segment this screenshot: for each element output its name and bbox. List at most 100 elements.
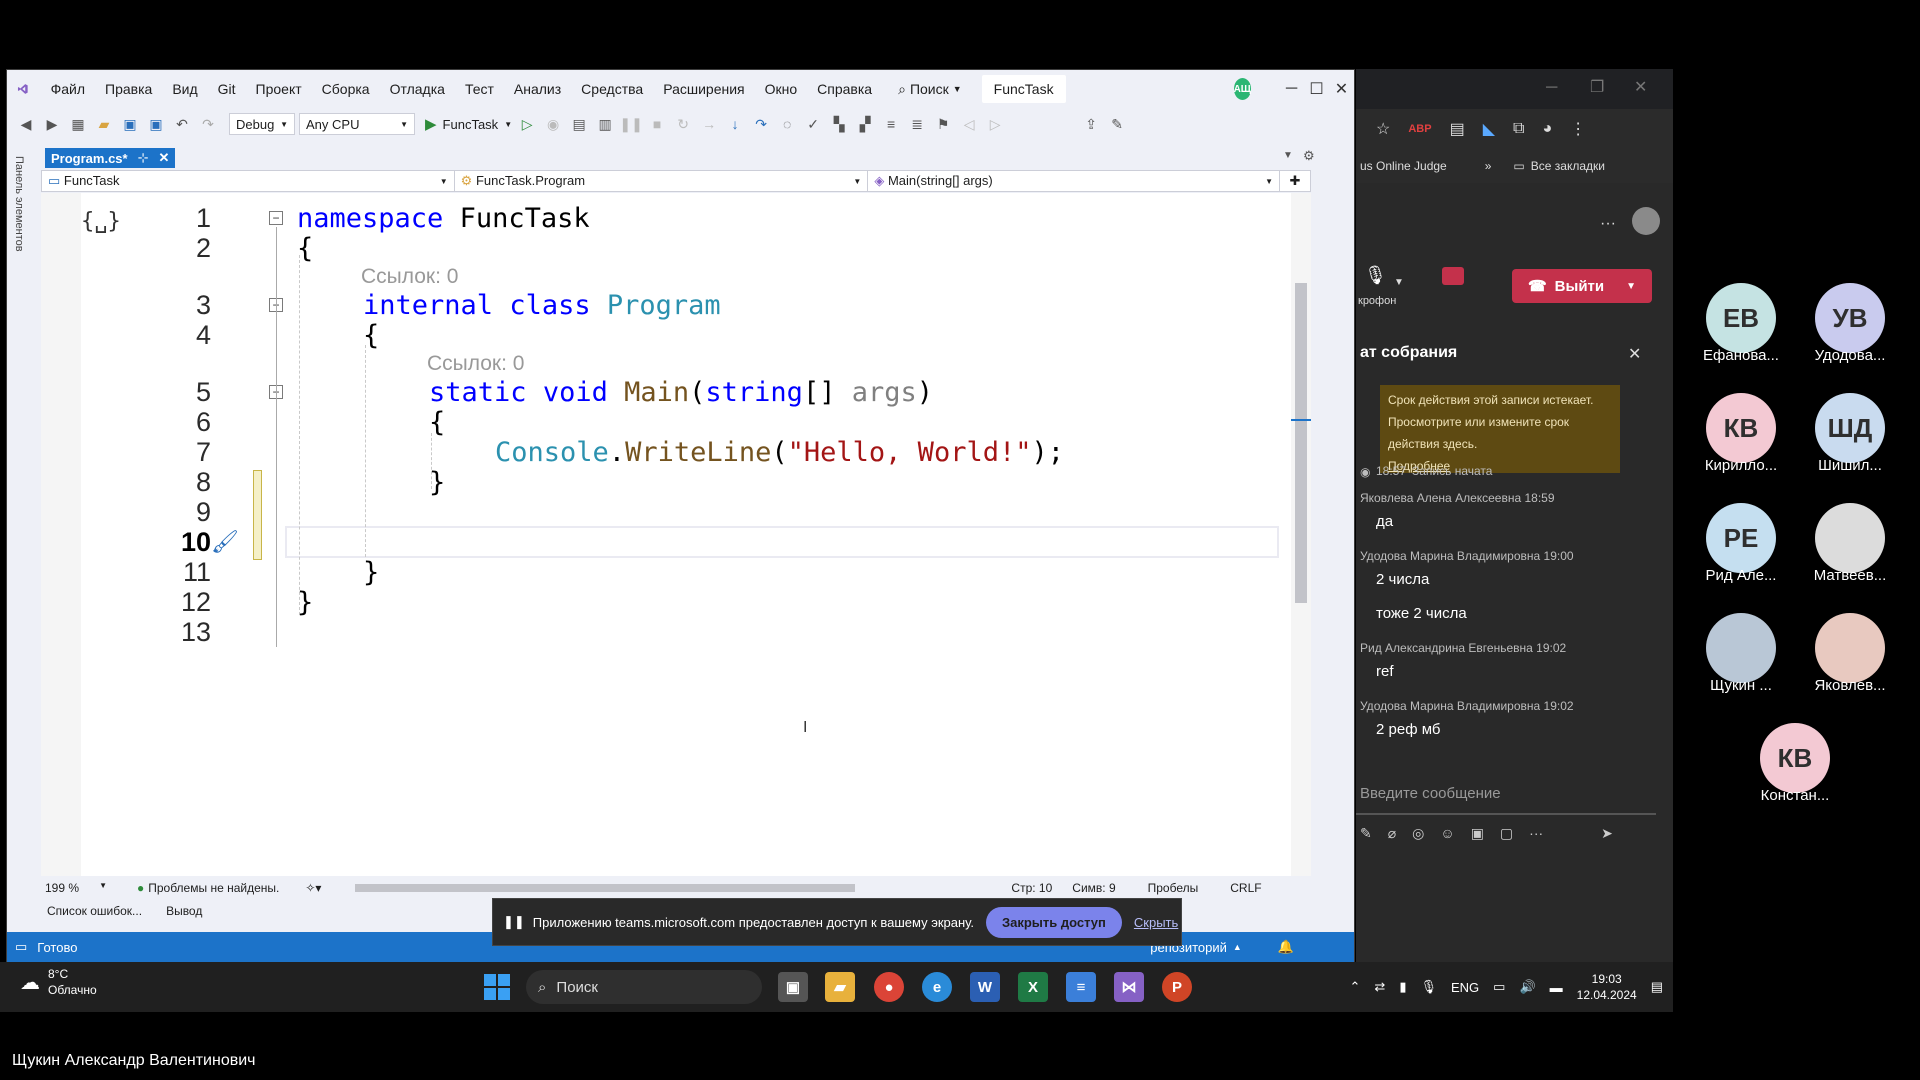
participant-avatar[interactable]: РЕ [1706,503,1776,573]
notifications-icon[interactable]: ▤ [1651,979,1663,995]
tab-program-cs[interactable]: Program.cs* ⊹ ✕ [45,148,175,168]
visual-studio-taskbar-icon[interactable]: ⋈ [1114,972,1144,1002]
format-icon[interactable]: ✎ [1360,825,1372,842]
participant-photo[interactable] [1706,613,1776,683]
codelens-references[interactable]: Ссылок: 0 [361,265,458,289]
breakpoint-icon[interactable]: ◌ [776,113,798,135]
bookmark-item[interactable]: us Online Judge [1360,159,1447,173]
bookmark-icon[interactable]: ⚑ [932,113,954,135]
outdent-icon[interactable]: ≣ [906,113,928,135]
send-icon[interactable]: ➤ [1601,825,1613,842]
layout-icon[interactable]: ▥ [594,113,616,135]
chevron-down-icon[interactable]: ▼ [1394,277,1404,288]
tab-output[interactable]: Вывод [166,904,202,918]
meter-icon[interactable]: ▮ [1399,979,1406,995]
menu-view[interactable]: Вид [162,70,207,108]
quick-actions-brush-icon[interactable]: 🖌 [211,529,239,555]
problems-status[interactable]: Проблемы не найдены. [148,881,279,895]
sticker-icon[interactable]: ▢ [1500,825,1513,842]
attach-icon[interactable]: ⌀ [1388,825,1396,842]
browse-icon[interactable]: ▤ [568,113,590,135]
chevron-down-icon[interactable]: ▼ [1626,281,1636,292]
message-input[interactable]: Введите сообщение [1356,773,1656,815]
menu-tools[interactable]: Средства [571,70,653,108]
configuration-dropdown[interactable]: Debug ▼ [229,113,295,135]
code-editor[interactable]: {␣} 1 2 3 4 5 6 7 8 9 10 11 12 13 🖌 − − … [41,193,1311,876]
pause-icon[interactable]: ❚❚ [619,113,642,135]
pin-icon[interactable]: ⊹ [138,150,149,166]
chevron-up-icon[interactable]: ⌃ [1350,979,1361,995]
adblock-icon[interactable]: ABP [1408,123,1431,135]
project-dropdown[interactable]: ▭ FuncTask ▼ [42,171,455,191]
notepad-icon[interactable]: ≡ [1066,972,1096,1002]
powerpoint-icon[interactable]: P [1162,972,1192,1002]
taskbar-search[interactable]: ⌕ Поиск [526,970,762,1004]
share-icon[interactable]: ⇪ [1080,113,1102,135]
toolbox-label[interactable]: Панель элементов [13,156,25,252]
close-button[interactable]: ✕ [1634,77,1647,97]
class-dropdown[interactable]: ⚙ FuncTask.Program ▼ [455,171,869,191]
toolbox-strip[interactable]: Панель элементов [7,146,35,881]
menu-debug[interactable]: Отладка [380,70,455,108]
microphone-icon[interactable]: 🎙 [1364,265,1387,286]
save-icon[interactable]: ▣ [119,113,141,135]
prev-bookmark-icon[interactable]: ◁ [958,113,980,135]
extension-icon[interactable]: ▤ [1450,119,1465,139]
codelens-references[interactable]: Ссылок: 0 [427,352,524,376]
profile-icon[interactable]: ◕ [1542,120,1552,138]
participant-photo[interactable] [1815,613,1885,683]
participant-avatar[interactable]: КВ [1760,723,1830,793]
maximize-button[interactable]: ❐ [1590,77,1604,97]
code-map-icon[interactable]: {␣} [81,209,121,234]
new-project-icon[interactable]: ▦ [67,113,89,135]
excel-icon[interactable]: X [1018,972,1048,1002]
start-debug-button[interactable]: ▶ FuncTask ▼ [425,115,512,133]
uncomment-icon[interactable]: ▞ [854,113,876,135]
close-tab-icon[interactable]: ✕ [159,150,170,166]
extension-icon[interactable]: ◣ [1483,119,1495,139]
menu-file[interactable]: Файл [41,70,95,108]
save-all-icon[interactable]: ▣ [145,113,167,135]
step-into-icon[interactable]: ↓ [724,113,746,135]
tab-overflow-icon[interactable]: ▼ [1283,150,1293,161]
double-chevron-icon[interactable]: » [1485,159,1492,173]
network-icon[interactable]: ▭ [1493,979,1505,995]
gear-icon[interactable]: ⚙ [1303,148,1315,164]
back-icon[interactable]: ◀ [15,113,37,135]
stop-sharing-button[interactable]: Закрыть доступ [985,906,1122,938]
all-bookmarks[interactable]: Все закладки [1531,159,1605,173]
vertical-scrollbar[interactable] [1291,193,1311,876]
notification-bell-icon[interactable]: 🔔 [1278,939,1294,955]
leave-meeting-button[interactable]: ☎ Выйти ▼ [1512,269,1652,303]
platform-dropdown[interactable]: Any CPU ▼ [299,113,415,135]
menu-edit[interactable]: Правка [95,70,162,108]
self-avatar[interactable] [1632,207,1660,235]
participant-avatar[interactable]: ШД [1815,393,1885,463]
sync-icon[interactable]: ⇄ [1374,979,1385,995]
word-icon[interactable]: W [970,972,1000,1002]
stop-icon[interactable]: ■ [646,113,668,135]
clock[interactable]: 19:03 12.04.2024 [1577,971,1637,1003]
close-chat-icon[interactable]: ✕ [1628,344,1641,364]
star-icon[interactable]: ☆ [1376,119,1390,139]
participant-avatar[interactable]: УВ [1815,283,1885,353]
puzzle-icon[interactable]: ⧉ [1513,120,1524,138]
loop-icon[interactable]: ◎ [1412,825,1424,842]
more-icon[interactable]: ⋮ [1570,119,1586,139]
next-bookmark-icon[interactable]: ▷ [984,113,1006,135]
vs-search[interactable]: ⌕ Поиск ▼ [898,81,962,98]
redo-icon[interactable]: ↷ [197,113,219,135]
hot-reload-icon[interactable]: ◉ [542,113,564,135]
language-indicator[interactable]: ENG [1451,980,1479,995]
menu-project[interactable]: Проект [246,70,312,108]
open-folder-icon[interactable]: ▰ [93,113,115,135]
stop-recording-icon[interactable] [1442,267,1464,285]
chrome-icon[interactable]: ● [874,972,904,1002]
menu-window[interactable]: Окно [755,70,808,108]
spellcheck-icon[interactable]: ✓ [802,113,824,135]
menu-test[interactable]: Тест [455,70,504,108]
horizontal-scrollbar[interactable] [345,882,985,894]
start-without-debugging-icon[interactable]: ▷ [516,113,538,135]
member-dropdown[interactable]: ◈ Main(string[] args) ▼ [868,171,1281,191]
step-over-icon[interactable]: → [698,113,720,135]
